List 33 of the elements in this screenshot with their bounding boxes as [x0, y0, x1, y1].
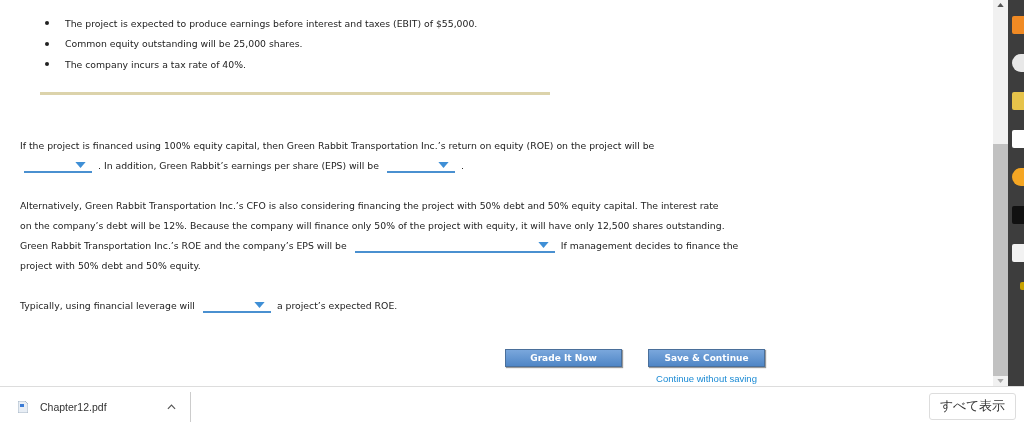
caret-icon — [75, 161, 86, 168]
question-text: Green Rabbit Transportation Inc.’s ROE and the company’s EPS will be — [20, 238, 347, 253]
chevron-up-icon[interactable] — [166, 403, 176, 410]
question-text: . — [460, 158, 464, 173]
question-text: Alternatively, Green Rabbit Transportation Inc.’s CFO is also considering financing the project with 50% debt and 50% equity capital. The interest rate — [20, 198, 719, 213]
question-text: a project’s expected ROE. — [276, 298, 398, 313]
question-text: Typically, using financial leverage will — [20, 298, 195, 313]
app-icon[interactable] — [1012, 54, 1024, 72]
caret-icon — [437, 161, 449, 168]
show-all-button[interactable]: すべて表示 — [929, 393, 1016, 420]
grade-button[interactable]: Grade It Now — [505, 348, 622, 367]
question-text: . In addition, Green Rabbit’s earnings per share (EPS) will be — [98, 158, 379, 173]
question-text: on the company’s debt will be 12%. Because the company will finance only 50% of the project with equity, it will have only 12,500 shares outstanding. — [20, 218, 725, 233]
scroll-down-icon[interactable] — [997, 379, 1004, 383]
bullet-text: Common equity outstanding will be 25,000 shares. — [65, 38, 303, 50]
document-icon — [18, 400, 28, 413]
app-icon[interactable] — [1012, 168, 1024, 186]
scroll-thumb[interactable] — [993, 144, 1008, 376]
bullet-icon — [45, 41, 49, 46]
bullet-text: The company incurs a tax rate of 40%. — [65, 58, 246, 70]
question-text: project with 50% debt and 50% equity. — [20, 258, 201, 273]
bullet-icon — [45, 62, 49, 67]
caret-icon — [253, 301, 265, 308]
caret-icon — [537, 241, 549, 248]
download-filename[interactable]: Chapter12.pdf — [40, 400, 107, 413]
scroll-up-icon[interactable] — [997, 3, 1004, 7]
bullet-text: The project is expected to produce earnings before interest and taxes (EBIT) of $55,000. — [65, 17, 478, 29]
save-continue-button[interactable]: Save & Continue — [648, 348, 765, 367]
question-text: If the project is financed using 100% equity capital, then Green Rabbit Transportation Inc.’s return on equity (ROE) on the project will be — [20, 138, 655, 153]
scrollbar[interactable] — [993, 0, 1008, 386]
bullet-icon — [45, 21, 49, 26]
question-text: If management decides to finance the — [560, 238, 739, 253]
continue-link[interactable]: Continue without saving — [656, 372, 757, 384]
